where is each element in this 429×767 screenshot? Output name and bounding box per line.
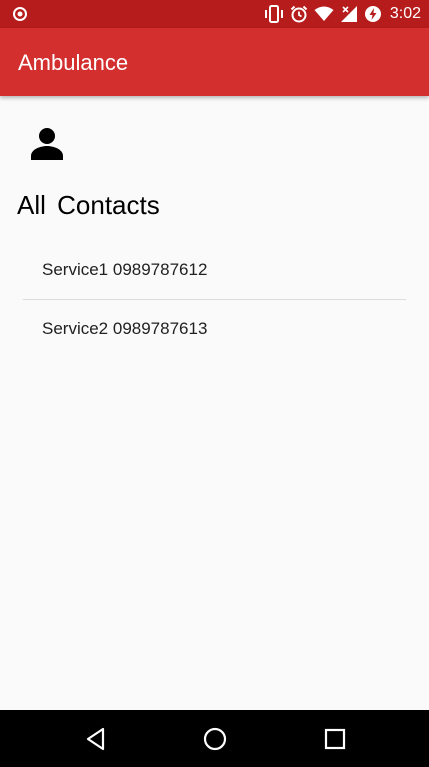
app-bar: Ambulance [0,28,429,96]
alarm-icon [290,5,308,23]
contact-item-service2[interactable]: Service2 0989787613 [23,300,406,358]
battery-charging-icon [364,5,382,23]
wifi-icon [314,6,334,22]
notification-target-icon [12,6,28,22]
recents-icon[interactable] [322,726,348,752]
vibrate-icon [264,5,284,23]
app-title: Ambulance [18,50,129,75]
contact-list: Service1 0989787612 Service2 0989787613 [23,241,406,358]
cell-signal-icon [340,5,358,23]
status-time: 3:02 [389,5,421,22]
screen: 3:02 Ambulance All Contacts Service1 098… [0,0,429,767]
contact-item-service1[interactable]: Service1 0989787612 [23,241,406,299]
section-title: All Contacts [17,190,160,220]
person-icon [29,126,65,162]
back-icon[interactable] [83,726,109,752]
home-icon[interactable] [202,726,228,752]
navigation-bar [0,710,429,767]
status-icons: 3:02 [264,4,421,24]
status-bar: 3:02 [0,0,429,28]
